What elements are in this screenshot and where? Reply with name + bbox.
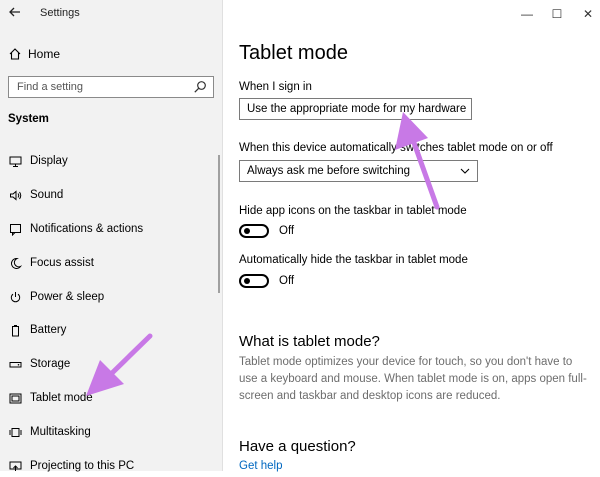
sidebar-item-projecting[interactable]: Projecting to this PC [0, 455, 216, 477]
window-title: Settings [40, 7, 80, 19]
sidebar-scrollbar[interactable] [218, 155, 220, 293]
sidebar: Settings Home System Display Sound Notif… [0, 0, 222, 472]
sidebar-item-label: Display [30, 155, 68, 167]
sidebar-item-label: Focus assist [30, 257, 94, 269]
auto-switch-dropdown[interactable]: Always ask me before switching [239, 160, 478, 182]
minimize-button[interactable]: — [519, 6, 535, 22]
home-icon [9, 48, 21, 60]
sidebar-item-notifications[interactable]: Notifications & actions [0, 218, 216, 240]
moon-icon [8, 256, 22, 270]
sidebar-item-multitasking[interactable]: Multitasking [0, 421, 216, 443]
storage-icon [8, 357, 22, 371]
sidebar-item-label: Multitasking [30, 426, 91, 438]
maximize-button[interactable]: ☐ [549, 6, 565, 22]
search-input[interactable] [9, 77, 197, 97]
battery-icon [8, 323, 22, 337]
sidebar-item-label: Projecting to this PC [30, 460, 135, 472]
search-icon[interactable] [193, 80, 207, 94]
sidebar-item-display[interactable]: Display [0, 150, 216, 172]
section-label-system: System [8, 113, 49, 125]
hide-icons-state: Off [279, 225, 295, 237]
sidebar-item-tablet-mode[interactable]: Tablet mode [0, 387, 216, 409]
toggle-knob [244, 228, 250, 234]
auto-switch-dropdown-value: Always ask me before switching [247, 165, 410, 177]
sidebar-item-focus-assist[interactable]: Focus assist [0, 252, 216, 274]
power-icon [8, 290, 22, 304]
hide-taskbar-toggle-row: Off [239, 274, 294, 288]
hide-icons-label: Hide app icons on the taskbar in tablet … [239, 205, 467, 217]
hide-icons-toggle-row: Off [239, 224, 294, 238]
sign-in-dropdown-value: Use the appropriate mode for my hardware [247, 103, 467, 115]
back-arrow-icon [9, 7, 20, 17]
close-button[interactable]: ✕ [580, 6, 596, 22]
home-link[interactable]: Home [8, 44, 60, 64]
notifications-icon [8, 222, 22, 236]
sidebar-item-battery[interactable]: Battery [0, 319, 216, 341]
sound-icon [8, 188, 22, 202]
display-icon [8, 154, 22, 168]
back-button[interactable] [6, 5, 24, 23]
sidebar-item-label: Notifications & actions [30, 223, 144, 235]
hide-icons-toggle[interactable] [239, 224, 269, 238]
home-label: Home [28, 47, 61, 61]
what-is-text: Tablet mode optimizes your device for to… [239, 356, 587, 402]
auto-switch-label: When this device automatically switches … [239, 142, 553, 154]
sidebar-item-label: Power & sleep [30, 291, 105, 303]
multitasking-icon [8, 425, 22, 439]
main-content: — ☐ ✕ Tablet mode When I sign in Use the… [223, 0, 600, 472]
sidebar-item-label: Battery [30, 324, 67, 336]
sidebar-item-label: Tablet mode [30, 392, 93, 404]
sign-in-label: When I sign in [239, 81, 312, 93]
hide-taskbar-label: Automatically hide the taskbar in tablet… [239, 254, 468, 266]
tablet-icon [8, 391, 22, 405]
sidebar-item-sound[interactable]: Sound [0, 184, 216, 206]
get-help-link[interactable]: Get help [239, 460, 282, 472]
chevron-down-icon [460, 168, 470, 174]
toggle-knob [244, 278, 250, 284]
what-is-heading: What is tablet mode? [239, 333, 380, 350]
sign-in-dropdown[interactable]: Use the appropriate mode for my hardware [239, 98, 472, 120]
search-box[interactable] [8, 76, 214, 98]
sidebar-item-storage[interactable]: Storage [0, 353, 216, 375]
sidebar-item-label: Sound [30, 189, 64, 201]
hide-taskbar-state: Off [279, 275, 295, 287]
sidebar-item-power-sleep[interactable]: Power & sleep [0, 286, 216, 308]
page-title: Tablet mode [239, 42, 348, 64]
hide-taskbar-toggle[interactable] [239, 274, 269, 288]
sidebar-item-label: Storage [30, 358, 71, 370]
question-heading: Have a question? [239, 438, 356, 455]
